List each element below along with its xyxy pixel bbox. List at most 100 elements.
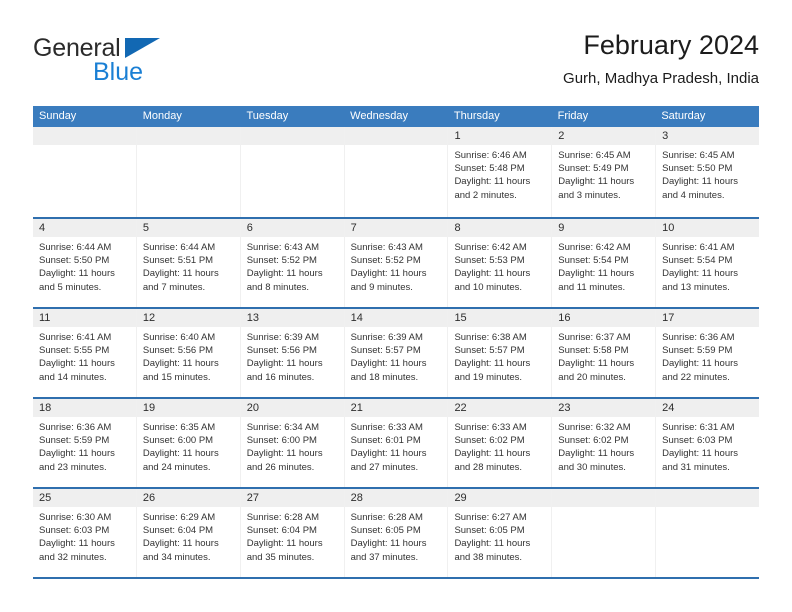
day-detail-line: Sunset: 5:53 PM — [454, 255, 525, 267]
day-detail-line: and 10 minutes. — [454, 281, 523, 293]
day-detail-line: Sunrise: 6:41 AM — [662, 242, 735, 253]
day-detail-line: Sunrise: 6:45 AM — [662, 150, 735, 161]
day-cell[interactable]: 8 Sunrise: 6:42 AM Sunset: 5:53 PM Daylight… — [447, 219, 552, 307]
day-detail-line: and 14 minutes. — [39, 371, 107, 383]
day-detail-line: Sunrise: 6:28 AM — [246, 512, 320, 523]
day-cell[interactable]: 23 Sunrise: 6:32 AM Sunset: 6:02 PM Dayligh… — [551, 399, 656, 487]
brand-logo[interactable]: General Blue — [33, 34, 233, 90]
brand-name-blue: Blue — [93, 58, 144, 86]
day-cell[interactable]: 15 Sunrise: 6:38 AM Sunset: 5:57 PM Dayligh… — [447, 309, 552, 397]
day-cell[interactable]: 10 Sunrise: 6:41 AM Sunset: 5:54 PM Dayligh… — [655, 219, 760, 307]
day-detail-line: Sunset: 6:03 PM — [662, 435, 733, 447]
day-cell[interactable]: 29 Sunrise: 6:27 AM Sunset: 6:05 PM Dayligh… — [447, 489, 552, 577]
day-cell[interactable]: 6 Sunrise: 6:43 AM Sunset: 5:52 PM Daylight… — [239, 219, 344, 307]
day-detail-line: Daylight: 11 hours — [662, 448, 739, 460]
weekday-header-row: Sunday Monday Tuesday Wednesday Thursday Frid… — [33, 106, 759, 127]
day-cell[interactable]: 3 Sunrise: 6:45 AM Sunset: 5:50 PM Daylight… — [655, 127, 760, 217]
day-detail-line: Sunrise: 6:43 AM — [350, 242, 423, 253]
day-detail-line: and 7 minutes. — [142, 281, 206, 293]
day-number: 24 — [656, 399, 760, 417]
day-detail-line: Daylight: 11 hours — [350, 358, 427, 370]
day-detail-line: Daylight: 11 hours — [454, 268, 531, 280]
day-detail-line: Sunset: 5:54 PM — [558, 255, 629, 267]
day-number — [552, 489, 656, 507]
day-detail-line: and 15 minutes. — [142, 371, 211, 383]
day-detail-line: Sunset: 5:49 PM — [558, 163, 629, 175]
day-details: Sunrise: 6:28 AM Sunset: 6:05 PM Daylight:… — [345, 507, 448, 564]
day-cell[interactable]: 4 Sunrise: 6:44 AM Sunset: 5:50 PM Daylight… — [33, 219, 136, 307]
day-detail-line: Sunset: 6:04 PM — [246, 525, 317, 537]
day-cell[interactable]: 9 Sunrise: 6:42 AM Sunset: 5:54 PM Daylight… — [551, 219, 656, 307]
page-title: February 2024 — [583, 30, 759, 60]
day-detail-line: Sunset: 5:48 PM — [454, 163, 525, 175]
day-cell[interactable]: 26 Sunrise: 6:29 AM Sunset: 6:04 PM Dayligh… — [135, 489, 240, 577]
day-cell[interactable]: 18 Sunrise: 6:36 AM Sunset: 5:59 PM Dayligh… — [33, 399, 136, 487]
day-cell[interactable]: 16 Sunrise: 6:37 AM Sunset: 5:58 PM Dayligh… — [551, 309, 656, 397]
calendar-bottom-rule — [33, 577, 759, 579]
day-number — [240, 127, 344, 145]
weekday-header-monday: Monday — [142, 110, 182, 122]
day-detail-line: Daylight: 11 hours — [246, 448, 323, 460]
day-detail-line: and 3 minutes. — [558, 189, 621, 201]
week-row: 25 Sunrise: 6:30 AM Sunset: 6:03 PM Dayligh… — [33, 487, 760, 577]
day-detail-line: Daylight: 11 hours — [454, 176, 531, 188]
day-detail-line: Sunrise: 6:45 AM — [558, 150, 631, 161]
day-cell[interactable]: 28 Sunrise: 6:28 AM Sunset: 6:05 PM Dayligh… — [343, 489, 448, 577]
day-cell[interactable]: 17 Sunrise: 6:36 AM Sunset: 5:59 PM Dayligh… — [655, 309, 760, 397]
day-detail-line: and 34 minutes. — [142, 551, 211, 563]
week-row: 18 Sunrise: 6:36 AM Sunset: 5:59 PM Dayligh… — [33, 397, 760, 487]
day-details: Sunrise: 6:31 AM Sunset: 6:03 PM Daylight:… — [656, 417, 759, 474]
day-detail-line: Daylight: 11 hours — [39, 538, 115, 550]
day-number: 18 — [33, 399, 136, 417]
day-number: 29 — [448, 489, 552, 507]
day-detail-line: and 28 minutes. — [454, 461, 523, 473]
day-details: Sunrise: 6:44 AM Sunset: 5:50 PM Daylight:… — [33, 237, 136, 294]
day-details: Sunrise: 6:33 AM Sunset: 6:02 PM Daylight:… — [448, 417, 551, 474]
day-cell[interactable]: 14 Sunrise: 6:39 AM Sunset: 5:57 PM Dayligh… — [343, 309, 448, 397]
day-detail-line: and 2 minutes. — [454, 189, 517, 201]
day-details: Sunrise: 6:33 AM Sunset: 6:01 PM Daylight:… — [345, 417, 448, 474]
day-number: 7 — [344, 219, 448, 237]
day-cell[interactable]: 25 Sunrise: 6:30 AM Sunset: 6:03 PM Dayligh… — [33, 489, 136, 577]
day-detail-line: Daylight: 11 hours — [558, 268, 635, 280]
day-details: Sunrise: 6:27 AM Sunset: 6:05 PM Daylight:… — [448, 507, 551, 564]
day-number: 2 — [552, 127, 656, 145]
day-cell[interactable]: 11 Sunrise: 6:41 AM Sunset: 5:55 PM Dayligh… — [33, 309, 136, 397]
day-cell[interactable]: 5 Sunrise: 6:44 AM Sunset: 5:51 PM Daylight… — [135, 219, 240, 307]
day-detail-line: Sunrise: 6:34 AM — [246, 422, 320, 433]
day-detail-line: Daylight: 11 hours — [454, 538, 531, 550]
day-detail-line: Sunrise: 6:43 AM — [246, 242, 320, 253]
day-details — [33, 145, 136, 149]
day-detail-line: Sunrise: 6:28 AM — [350, 512, 423, 523]
title-block: February 2024 Gurh, Madhya Pradesh, Indi… — [563, 28, 759, 90]
day-details: Sunrise: 6:34 AM Sunset: 6:00 PM Daylight:… — [241, 417, 344, 474]
day-cell[interactable]: 1 Sunrise: 6:46 AM Sunset: 5:48 PM Daylight… — [447, 127, 552, 217]
day-detail-line: Daylight: 11 hours — [142, 538, 219, 550]
day-detail-line: and 24 minutes. — [142, 461, 211, 473]
day-cell[interactable]: 22 Sunrise: 6:33 AM Sunset: 6:02 PM Dayligh… — [447, 399, 552, 487]
day-number: 20 — [240, 399, 344, 417]
day-details: Sunrise: 6:44 AM Sunset: 5:51 PM Daylight:… — [137, 237, 240, 294]
day-cell[interactable]: 7 Sunrise: 6:43 AM Sunset: 5:52 PM Daylight… — [343, 219, 448, 307]
day-detail-line: Sunset: 6:05 PM — [350, 525, 421, 537]
day-number — [136, 127, 240, 145]
week-row: 11 Sunrise: 6:41 AM Sunset: 5:55 PM Dayligh… — [33, 307, 760, 397]
day-detail-line: Daylight: 11 hours — [350, 538, 427, 550]
day-detail-line: and 8 minutes. — [246, 281, 310, 293]
day-cell[interactable]: 20 Sunrise: 6:34 AM Sunset: 6:00 PM Dayligh… — [239, 399, 344, 487]
day-cell[interactable]: 27 Sunrise: 6:28 AM Sunset: 6:04 PM Dayligh… — [239, 489, 344, 577]
day-cell[interactable]: 24 Sunrise: 6:31 AM Sunset: 6:03 PM Dayligh… — [655, 399, 760, 487]
day-cell[interactable]: 12 Sunrise: 6:40 AM Sunset: 5:56 PM Dayligh… — [135, 309, 240, 397]
day-detail-line: Sunset: 6:00 PM — [246, 435, 317, 447]
day-cell[interactable]: 2 Sunrise: 6:45 AM Sunset: 5:49 PM Daylight… — [551, 127, 656, 217]
day-details: Sunrise: 6:39 AM Sunset: 5:57 PM Daylight:… — [345, 327, 448, 384]
day-detail-line: and 23 minutes. — [39, 461, 107, 473]
day-detail-line: and 31 minutes. — [662, 461, 730, 473]
day-detail-line: Sunrise: 6:37 AM — [558, 332, 631, 343]
day-cell[interactable]: 13 Sunrise: 6:39 AM Sunset: 5:56 PM Dayligh… — [239, 309, 344, 397]
day-detail-line: Daylight: 11 hours — [662, 358, 739, 370]
day-cell[interactable]: 21 Sunrise: 6:33 AM Sunset: 6:01 PM Dayligh… — [343, 399, 448, 487]
day-detail-line: Sunset: 6:05 PM — [454, 525, 525, 537]
day-number — [344, 127, 448, 145]
day-cell[interactable]: 19 Sunrise: 6:35 AM Sunset: 6:00 PM Dayligh… — [135, 399, 240, 487]
